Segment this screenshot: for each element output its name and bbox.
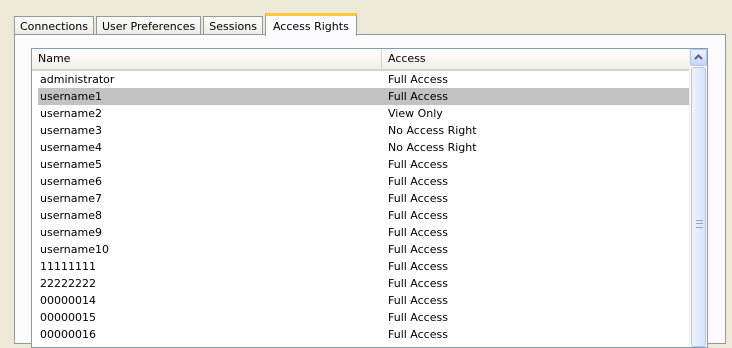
table-row[interactable]: username4 No Access Right bbox=[38, 139, 707, 156]
chevron-up-icon bbox=[694, 54, 703, 60]
cell-access: Full Access bbox=[388, 294, 448, 307]
tab-connections[interactable]: Connections bbox=[14, 16, 94, 35]
cell-access: Full Access bbox=[388, 209, 448, 222]
cell-name: username2 bbox=[40, 107, 102, 120]
cell-access: Full Access bbox=[388, 175, 448, 188]
cell-access: No Access Right bbox=[388, 141, 477, 154]
table-row[interactable]: 00000014 Full Access bbox=[38, 292, 707, 309]
cell-access: No Access Right bbox=[388, 124, 477, 137]
cell-name: 00000015 bbox=[40, 311, 96, 324]
list-rows: administrator Full Access username1 Full Ac… bbox=[32, 71, 707, 343]
cell-name: 11111111 bbox=[40, 260, 96, 273]
table-row[interactable]: username3 No Access Right bbox=[38, 122, 707, 139]
table-row[interactable]: username6 Full Access bbox=[38, 173, 707, 190]
cell-access: Full Access bbox=[388, 192, 448, 205]
cell-access: Full Access bbox=[388, 328, 448, 341]
list-header: Name Access bbox=[32, 49, 690, 71]
cell-name: administrator bbox=[40, 73, 115, 86]
table-row[interactable]: 00000015 Full Access bbox=[38, 309, 707, 326]
cell-access: Full Access bbox=[388, 158, 448, 171]
tab-panel: Name Access administrator Full Access user… bbox=[14, 34, 726, 348]
cell-name: username1 bbox=[40, 90, 102, 103]
scroll-grip-icon bbox=[696, 220, 703, 228]
table-row[interactable]: administrator Full Access bbox=[38, 71, 707, 88]
cell-access: Full Access bbox=[388, 90, 448, 103]
cell-name: 22222222 bbox=[40, 277, 96, 290]
table-row[interactable]: username9 Full Access bbox=[38, 224, 707, 241]
table-row[interactable]: 00000016 Full Access bbox=[38, 326, 707, 343]
vertical-scrollbar[interactable] bbox=[689, 49, 707, 347]
table-row[interactable]: username5 Full Access bbox=[38, 156, 707, 173]
table-row[interactable]: username1 Full Access bbox=[38, 88, 707, 105]
scroll-thumb[interactable] bbox=[691, 67, 706, 347]
column-header-access[interactable]: Access bbox=[382, 49, 690, 69]
scroll-up-button[interactable] bbox=[690, 49, 707, 66]
cell-name: username5 bbox=[40, 158, 102, 171]
cell-access: Full Access bbox=[388, 277, 448, 290]
access-rights-list[interactable]: Name Access administrator Full Access user… bbox=[31, 48, 708, 348]
cell-name: username10 bbox=[40, 243, 109, 256]
table-row[interactable]: 11111111 Full Access bbox=[38, 258, 707, 275]
column-header-name[interactable]: Name bbox=[32, 49, 382, 69]
cell-access: Full Access bbox=[388, 73, 448, 86]
tab-user-preferences[interactable]: User Preferences bbox=[95, 16, 202, 35]
table-row[interactable]: username7 Full Access bbox=[38, 190, 707, 207]
cell-access: Full Access bbox=[388, 260, 448, 273]
cell-name: username7 bbox=[40, 192, 102, 205]
tab-sessions[interactable]: Sessions bbox=[203, 16, 263, 35]
cell-access: Full Access bbox=[388, 243, 448, 256]
cell-access: Full Access bbox=[388, 226, 448, 239]
table-row[interactable]: 22222222 Full Access bbox=[38, 275, 707, 292]
cell-access: View Only bbox=[388, 107, 443, 120]
cell-name: username8 bbox=[40, 209, 102, 222]
tab-strip: Connections User Preferences Sessions Ac… bbox=[14, 12, 359, 36]
tab-access-rights[interactable]: Access Rights bbox=[264, 13, 357, 36]
table-row[interactable]: username2 View Only bbox=[38, 105, 707, 122]
table-row[interactable]: username10 Full Access bbox=[38, 241, 707, 258]
cell-name: 00000016 bbox=[40, 328, 96, 341]
cell-name: 00000014 bbox=[40, 294, 96, 307]
cell-name: username6 bbox=[40, 175, 102, 188]
cell-access: Full Access bbox=[388, 311, 448, 324]
cell-name: username3 bbox=[40, 124, 102, 137]
cell-name: username9 bbox=[40, 226, 102, 239]
table-row[interactable]: username8 Full Access bbox=[38, 207, 707, 224]
cell-name: username4 bbox=[40, 141, 102, 154]
